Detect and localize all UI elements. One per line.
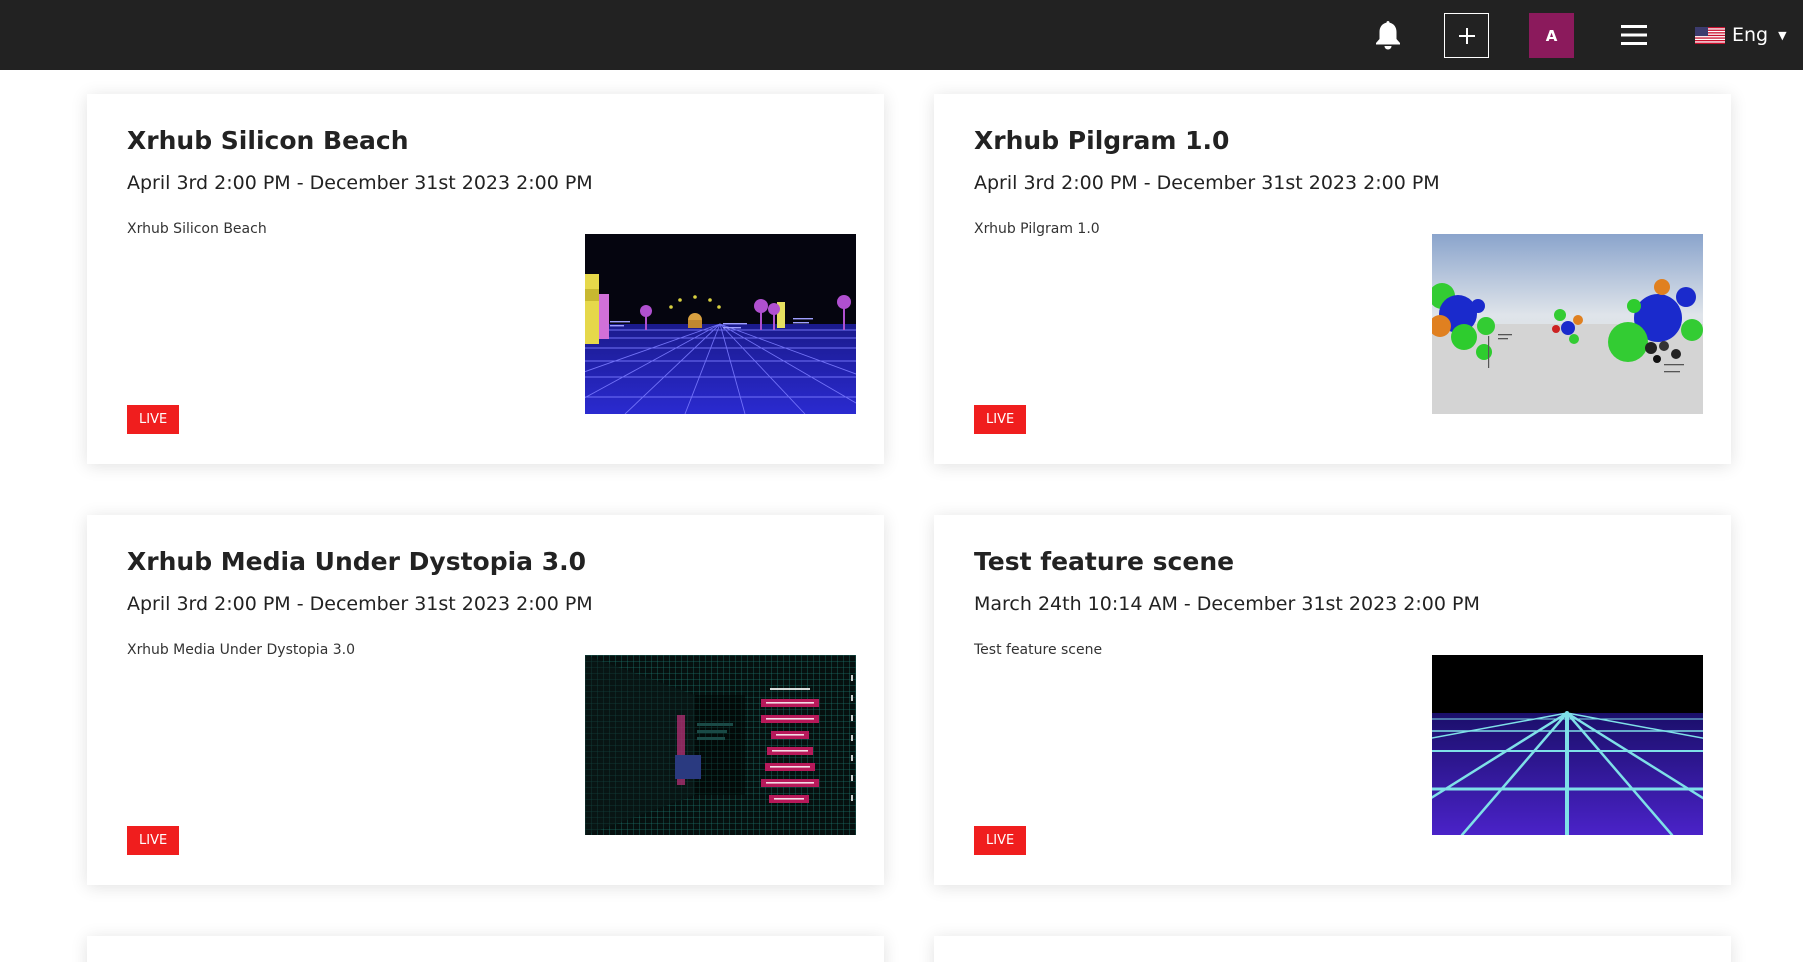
plus-icon xyxy=(1458,27,1475,44)
event-title[interactable]: Xrhub Media Under Dystopia 3.0 xyxy=(127,547,586,576)
event-card[interactable]: Xrhub Silicon Beach April 3rd 2:00 PM - … xyxy=(87,94,884,464)
event-card[interactable] xyxy=(934,936,1731,962)
language-label: Eng xyxy=(1732,24,1769,46)
live-badge: LIVE xyxy=(974,826,1027,855)
event-card[interactable] xyxy=(87,936,884,962)
event-date: March 24th 10:14 AM - December 31st 2023… xyxy=(974,593,1480,615)
event-card[interactable]: Xrhub Pilgram 1.0 April 3rd 2:00 PM - De… xyxy=(934,94,1731,464)
live-badge: LIVE xyxy=(127,826,180,855)
event-date: April 3rd 2:00 PM - December 31st 2023 2… xyxy=(974,172,1440,194)
event-card[interactable]: Test feature scene March 24th 10:14 AM -… xyxy=(934,515,1731,885)
create-event-button[interactable] xyxy=(1444,13,1489,58)
event-description: Xrhub Pilgram 1.0 xyxy=(974,221,1100,237)
language-selector[interactable]: Eng ▼ xyxy=(1695,20,1787,50)
event-thumbnail[interactable] xyxy=(1432,655,1703,835)
event-title[interactable]: Xrhub Silicon Beach xyxy=(127,126,409,155)
event-thumbnail[interactable] xyxy=(585,655,856,835)
event-description: Test feature scene xyxy=(974,642,1103,658)
event-date: April 3rd 2:00 PM - December 31st 2023 2… xyxy=(127,172,593,194)
user-avatar[interactable]: A xyxy=(1529,13,1574,58)
bell-icon[interactable] xyxy=(1373,19,1403,51)
event-date: April 3rd 2:00 PM - December 31st 2023 2… xyxy=(127,593,593,615)
us-flag-icon xyxy=(1695,26,1725,44)
caret-down-icon: ▼ xyxy=(1778,28,1787,42)
event-title[interactable]: Test feature scene xyxy=(974,547,1234,576)
live-badge: LIVE xyxy=(127,405,180,434)
event-title[interactable]: Xrhub Pilgram 1.0 xyxy=(974,126,1229,155)
event-thumbnail[interactable] xyxy=(585,234,856,414)
event-description: Xrhub Silicon Beach xyxy=(127,221,267,237)
event-card[interactable]: Xrhub Media Under Dystopia 3.0 April 3rd… xyxy=(87,515,884,885)
top-navigation-bar: A Eng ▼ xyxy=(0,0,1803,70)
hamburger-menu-icon[interactable] xyxy=(1620,22,1648,48)
event-thumbnail[interactable] xyxy=(1432,234,1703,414)
event-description: Xrhub Media Under Dystopia 3.0 xyxy=(127,642,355,658)
live-badge: LIVE xyxy=(974,405,1027,434)
